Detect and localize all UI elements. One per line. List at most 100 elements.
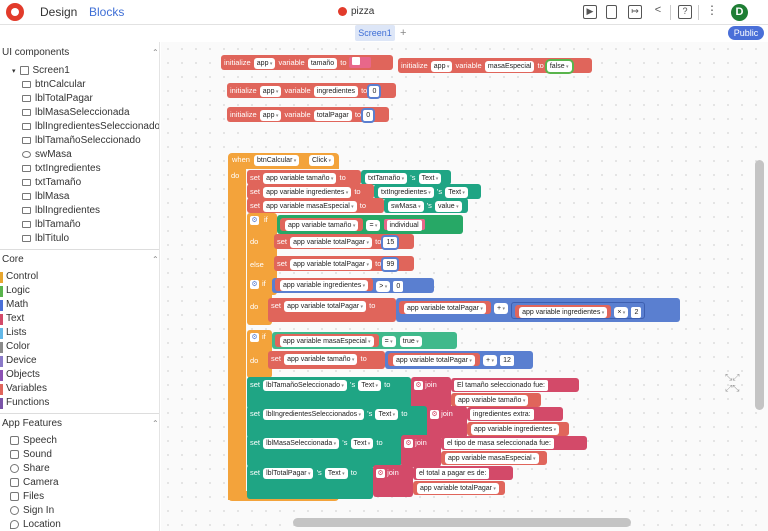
number-value[interactable]: 12 <box>500 355 514 366</box>
variable-name[interactable]: tamaño <box>307 57 338 69</box>
component-getter-block[interactable]: swMasa 's value <box>384 198 468 213</box>
property-dropdown[interactable]: Text <box>358 379 382 391</box>
variable-dropdown[interactable]: app variable tamaño <box>263 172 337 184</box>
tree-item-component[interactable]: swMasa <box>22 149 72 160</box>
number-value[interactable]: 0 <box>393 281 404 292</box>
variable-dropdown[interactable]: app variable tamaño <box>285 219 359 231</box>
tab-design[interactable]: Design <box>40 5 77 19</box>
component-dropdown[interactable]: lblTotalPagar <box>263 467 314 479</box>
init-variable-block[interactable]: initialize app variable ingredientes to … <box>227 83 396 98</box>
property-dropdown[interactable]: value <box>434 200 462 212</box>
tree-item-component[interactable]: lblTotalPagar <box>22 93 93 104</box>
core-item-text[interactable]: Text <box>0 313 24 325</box>
core-item-logic[interactable]: Logic <box>0 285 30 297</box>
variable-dropdown[interactable]: app variable masaEspecial <box>263 200 357 212</box>
component-dropdown[interactable]: lblTamañoSeleccionado <box>263 379 347 391</box>
component-getter-block[interactable]: txtTamaño 's Text <box>361 170 451 185</box>
scope-dropdown[interactable]: app <box>430 60 453 72</box>
tree-item-component[interactable]: btnCalcular <box>22 79 86 90</box>
feature-sign-in[interactable]: Sign In <box>10 505 54 516</box>
tree-item-component[interactable]: lblIngredientes <box>22 205 100 216</box>
operator-dropdown[interactable]: + <box>494 302 508 314</box>
set-variable-block[interactable]: set app variable ingredientes to <box>247 184 374 199</box>
share-icon[interactable]: < <box>651 5 665 19</box>
gear-icon[interactable]: ⚙ <box>250 280 259 289</box>
gear-icon[interactable]: ⚙ <box>430 410 439 419</box>
operator-dropdown[interactable]: = <box>381 335 396 347</box>
component-dropdown[interactable]: txtTamaño <box>365 172 408 184</box>
text-join-block[interactable]: ⚙ join <box>411 377 451 409</box>
property-dropdown[interactable]: Text <box>375 408 399 420</box>
scope-dropdown[interactable]: app <box>259 109 282 121</box>
feature-camera[interactable]: Camera <box>10 477 59 488</box>
text-join-block[interactable]: ⚙ join <box>401 435 441 467</box>
component-dropdown[interactable]: txtIngredientes <box>378 186 434 198</box>
operator-dropdown[interactable]: = <box>366 219 381 231</box>
core-item-control[interactable]: Control <box>0 271 38 283</box>
scope-dropdown[interactable]: app <box>253 57 276 69</box>
string-block[interactable]: El tamaño seleccionado fue: <box>451 378 579 392</box>
event-block-header[interactable]: when btnCalcular Click <box>228 153 339 169</box>
gear-icon[interactable]: ⚙ <box>414 381 423 390</box>
get-variable-block[interactable]: app variable masaEspecial <box>275 334 379 347</box>
tree-item-component[interactable]: lblTamaño <box>22 219 81 230</box>
more-menu-icon[interactable]: ⋮ <box>705 4 719 19</box>
gear-icon[interactable]: ⚙ <box>250 216 259 225</box>
operator-dropdown[interactable]: > <box>376 280 391 292</box>
variable-dropdown[interactable]: app variable totalPagar <box>393 354 475 366</box>
preview-icon[interactable]: ▶ <box>583 5 597 19</box>
string-value[interactable]: el total a pagar es de: <box>416 468 490 479</box>
get-variable-block[interactable]: app variable ingredientes <box>515 305 612 318</box>
vertical-scrollbar[interactable] <box>755 160 764 410</box>
set-variable-block[interactable]: set app variable tamaño to <box>268 351 385 369</box>
math-multiply-block[interactable]: app variable ingredientes × 2 <box>511 302 646 319</box>
boolean-dropdown[interactable]: false <box>546 60 572 72</box>
feature-share[interactable]: Share <box>10 463 50 474</box>
get-variable-block[interactable]: app variable tamaño <box>280 218 364 231</box>
expand-arrow-icon[interactable]: ▾ <box>12 67 16 75</box>
gear-icon[interactable]: ⚙ <box>250 333 259 342</box>
export-icon[interactable]: ↦ <box>628 5 642 19</box>
get-variable-block[interactable]: app variable ingredientes <box>467 422 569 436</box>
component-dropdown[interactable]: btnCalcular <box>254 155 300 166</box>
feature-location[interactable]: Location <box>10 519 61 530</box>
compare-block[interactable]: app variable tamaño = individual <box>277 215 463 234</box>
scope-dropdown[interactable]: app <box>259 85 282 97</box>
help-icon[interactable]: ? <box>678 5 692 19</box>
variable-dropdown[interactable]: app variable masaEspecial <box>280 335 374 347</box>
get-variable-block[interactable]: app variable tamaño <box>451 393 541 407</box>
variable-dropdown[interactable]: app variable ingredientes <box>263 186 352 198</box>
variable-dropdown[interactable]: app variable tamaño <box>455 394 529 406</box>
variable-dropdown[interactable]: app variable masaEspecial <box>445 452 539 464</box>
number-value[interactable]: 0 <box>369 86 380 97</box>
gear-icon[interactable]: ⚙ <box>376 469 385 478</box>
core-item-lists[interactable]: Lists <box>0 327 27 339</box>
tree-item-component[interactable]: txtTamaño <box>22 177 81 188</box>
set-property-block[interactable]: set lblTotalPagar 's Text to <box>247 465 373 499</box>
tree-item-component[interactable]: lblTitulo <box>22 233 69 244</box>
get-variable-block[interactable]: app variable totalPagar <box>413 481 505 495</box>
variable-dropdown[interactable]: app variable totalPagar <box>290 258 373 270</box>
core-item-variables[interactable]: Variables <box>0 383 47 395</box>
tree-item-component[interactable]: lblIngredientesSeleccionados <box>22 121 159 132</box>
feature-speech[interactable]: Speech <box>10 435 57 446</box>
get-variable-block[interactable]: app variable masaEspecial <box>441 451 547 465</box>
set-variable-block[interactable]: set app variable totalPagar to 99 <box>274 256 414 271</box>
variable-dropdown[interactable]: app variable ingredientes <box>471 423 560 435</box>
core-item-device[interactable]: Device <box>0 355 37 367</box>
set-variable-block[interactable]: set app variable masaEspecial to <box>247 198 384 213</box>
core-item-math[interactable]: Math <box>0 299 28 311</box>
blocks-workspace[interactable]: initialize app variable tamaño to initia… <box>161 42 768 531</box>
tree-item-component[interactable]: lblMasa <box>22 191 69 202</box>
operator-dropdown[interactable]: × <box>614 306 629 318</box>
component-getter-block[interactable]: txtIngredientes 's Text <box>374 184 481 199</box>
init-variable-block[interactable]: initialize app variable masaEspecial to … <box>398 58 592 73</box>
property-dropdown[interactable]: Text <box>418 172 442 184</box>
collapse-icon[interactable]: ⌃ <box>152 419 159 428</box>
string-block[interactable]: el tipo de masa seleccionada fue: <box>441 436 587 450</box>
set-property-block[interactable]: set lblIngredientesSeleccionados 's Text… <box>247 406 427 438</box>
variable-name[interactable]: ingredientes <box>313 85 358 97</box>
public-button[interactable]: Public <box>728 26 764 40</box>
core-item-objects[interactable]: Objects <box>0 369 40 381</box>
math-add-block[interactable]: app variable totalPagar + 12 <box>385 351 533 369</box>
